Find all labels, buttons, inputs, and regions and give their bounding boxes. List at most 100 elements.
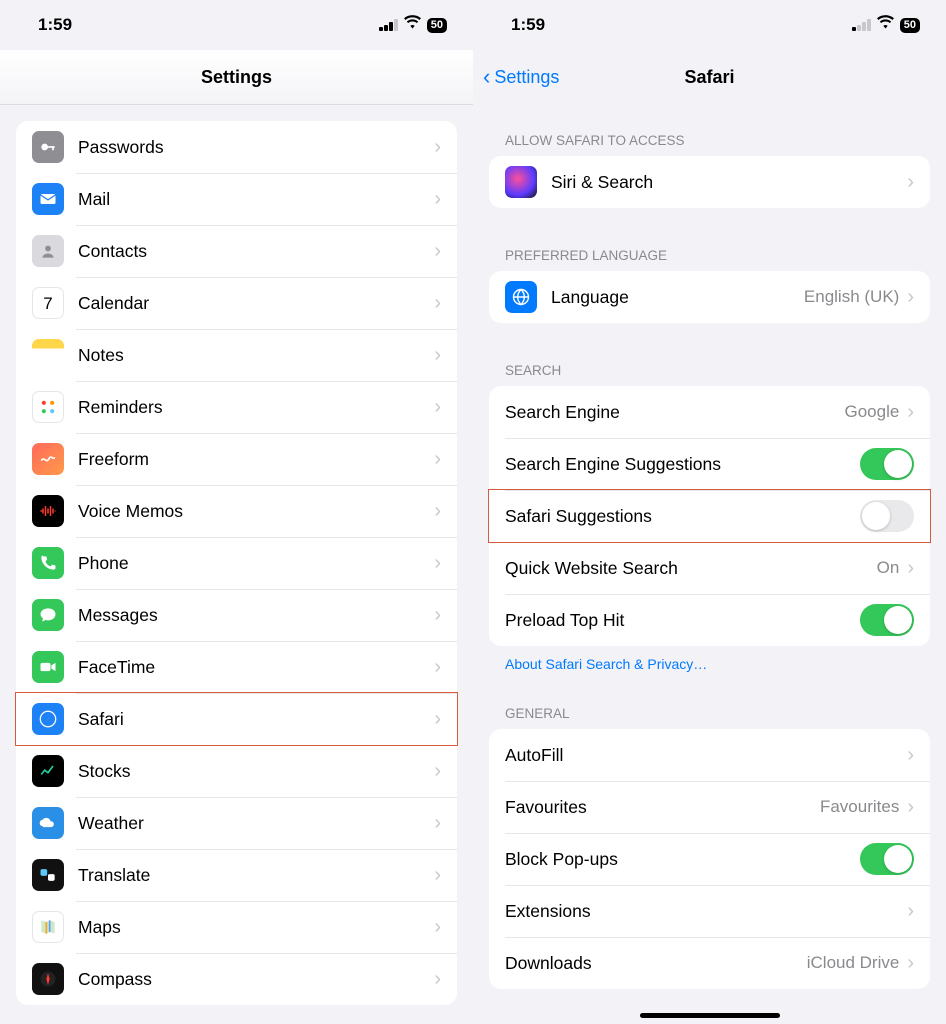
status-bar: 1:59 50 <box>0 0 473 50</box>
search-engine-suggestions-label: Search Engine Suggestions <box>505 454 860 475</box>
passwords-icon <box>32 131 64 163</box>
search-engine-suggestions-toggle[interactable] <box>860 448 914 480</box>
back-button[interactable]: ‹ Settings <box>483 50 559 105</box>
settings-row-label: Passwords <box>78 137 434 158</box>
safari-icon <box>32 703 64 735</box>
preload-top-hit-label: Preload Top Hit <box>505 610 860 631</box>
safari-settings-list[interactable]: ALLOW SAFARI TO ACCESS Siri & Search › P… <box>473 105 946 1024</box>
settings-row-mail[interactable]: Mail› <box>16 173 457 225</box>
settings-row-contacts[interactable]: Contacts› <box>16 225 457 277</box>
autofill-row[interactable]: AutoFill › <box>489 729 930 781</box>
settings-screen: 1:59 50 Settings Passwords›Mail›Contacts… <box>0 0 473 1024</box>
phone-icon <box>32 547 64 579</box>
language-row[interactable]: Language English (UK) › <box>489 271 930 323</box>
settings-list[interactable]: Passwords›Mail›Contacts›7Calendar›Notes›… <box>0 121 473 1024</box>
back-label: Settings <box>494 67 559 88</box>
siri-search-row[interactable]: Siri & Search › <box>489 156 930 208</box>
settings-row-freeform[interactable]: Freeform› <box>16 433 457 485</box>
settings-row-maps[interactable]: Maps› <box>16 901 457 953</box>
notes-icon <box>32 339 64 371</box>
language-label: Language <box>551 287 804 308</box>
status-bar: 1:59 50 <box>473 0 946 50</box>
settings-row-label: Maps <box>78 917 434 938</box>
section-header-search: SEARCH <box>473 355 946 386</box>
downloads-row[interactable]: Downloads iCloud Drive › <box>489 937 930 989</box>
home-indicator[interactable] <box>640 1013 780 1018</box>
wifi-icon <box>877 14 894 36</box>
search-group: Search Engine Google › Search Engine Sug… <box>489 386 930 646</box>
cellular-signal-icon <box>852 19 871 31</box>
quick-website-search-row[interactable]: Quick Website Search On › <box>489 542 930 594</box>
status-time: 1:59 <box>511 15 545 35</box>
block-popups-toggle[interactable] <box>860 843 914 875</box>
favourites-row[interactable]: Favourites Favourites › <box>489 781 930 833</box>
settings-row-label: FaceTime <box>78 657 434 678</box>
freeform-icon <box>32 443 64 475</box>
search-privacy-link[interactable]: About Safari Search & Privacy… <box>473 656 946 698</box>
calendar-icon: 7 <box>32 287 64 319</box>
search-engine-row[interactable]: Search Engine Google › <box>489 386 930 438</box>
favourites-value: Favourites <box>820 797 899 817</box>
settings-row-label: Translate <box>78 865 434 886</box>
settings-row-stocks[interactable]: Stocks› <box>16 745 457 797</box>
siri-search-label: Siri & Search <box>551 172 907 193</box>
reminders-icon <box>32 391 64 423</box>
search-engine-suggestions-row[interactable]: Search Engine Suggestions <box>489 438 930 490</box>
chevron-right-icon: › <box>434 656 441 679</box>
chevron-right-icon: › <box>434 968 441 991</box>
settings-row-facetime[interactable]: FaceTime› <box>16 641 457 693</box>
quick-website-search-label: Quick Website Search <box>505 558 877 579</box>
block-popups-row[interactable]: Block Pop-ups <box>489 833 930 885</box>
cellular-signal-icon <box>379 19 398 31</box>
block-popups-label: Block Pop-ups <box>505 849 860 870</box>
status-indicators: 50 <box>379 14 447 36</box>
language-value: English (UK) <box>804 287 899 307</box>
settings-row-reminders[interactable]: Reminders› <box>16 381 457 433</box>
settings-row-label: Reminders <box>78 397 434 418</box>
preload-top-hit-toggle[interactable] <box>860 604 914 636</box>
compass-icon <box>32 963 64 995</box>
section-header-language: PREFERRED LANGUAGE <box>473 240 946 271</box>
safari-suggestions-row[interactable]: Safari Suggestions <box>489 490 930 542</box>
settings-row-messages[interactable]: Messages› <box>16 589 457 641</box>
stocks-icon <box>32 755 64 787</box>
page-title: Settings <box>201 67 272 88</box>
settings-row-label: Freeform <box>78 449 434 470</box>
settings-row-voicememos[interactable]: Voice Memos› <box>16 485 457 537</box>
chevron-right-icon: › <box>434 344 441 367</box>
settings-row-label: Contacts <box>78 241 434 262</box>
globe-icon <box>505 281 537 313</box>
settings-row-weather[interactable]: Weather› <box>16 797 457 849</box>
chevron-left-icon: ‹ <box>483 64 490 90</box>
chevron-right-icon: › <box>434 552 441 575</box>
preload-top-hit-row[interactable]: Preload Top Hit <box>489 594 930 646</box>
nav-header: Settings <box>0 50 473 105</box>
messages-icon <box>32 599 64 631</box>
mail-icon <box>32 183 64 215</box>
safari-suggestions-toggle[interactable] <box>860 500 914 532</box>
settings-row-label: Notes <box>78 345 434 366</box>
chevron-right-icon: › <box>434 864 441 887</box>
settings-row-passwords[interactable]: Passwords› <box>16 121 457 173</box>
settings-row-label: Weather <box>78 813 434 834</box>
chevron-right-icon: › <box>907 171 914 194</box>
settings-row-compass[interactable]: Compass› <box>16 953 457 1005</box>
settings-row-label: Voice Memos <box>78 501 434 522</box>
chevron-right-icon: › <box>907 286 914 309</box>
battery-indicator: 50 <box>900 18 920 33</box>
chevron-right-icon: › <box>907 952 914 975</box>
chevron-right-icon: › <box>907 744 914 767</box>
language-group: Language English (UK) › <box>489 271 930 323</box>
settings-row-label: Compass <box>78 969 434 990</box>
chevron-right-icon: › <box>434 500 441 523</box>
chevron-right-icon: › <box>434 708 441 731</box>
extensions-row[interactable]: Extensions › <box>489 885 930 937</box>
settings-row-translate[interactable]: Translate› <box>16 849 457 901</box>
settings-row-safari[interactable]: Safari› <box>16 693 457 745</box>
contacts-icon <box>32 235 64 267</box>
settings-row-notes[interactable]: Notes› <box>16 329 457 381</box>
settings-row-calendar[interactable]: 7Calendar› <box>16 277 457 329</box>
settings-row-phone[interactable]: Phone› <box>16 537 457 589</box>
settings-row-label: Stocks <box>78 761 434 782</box>
settings-row-label: Calendar <box>78 293 434 314</box>
